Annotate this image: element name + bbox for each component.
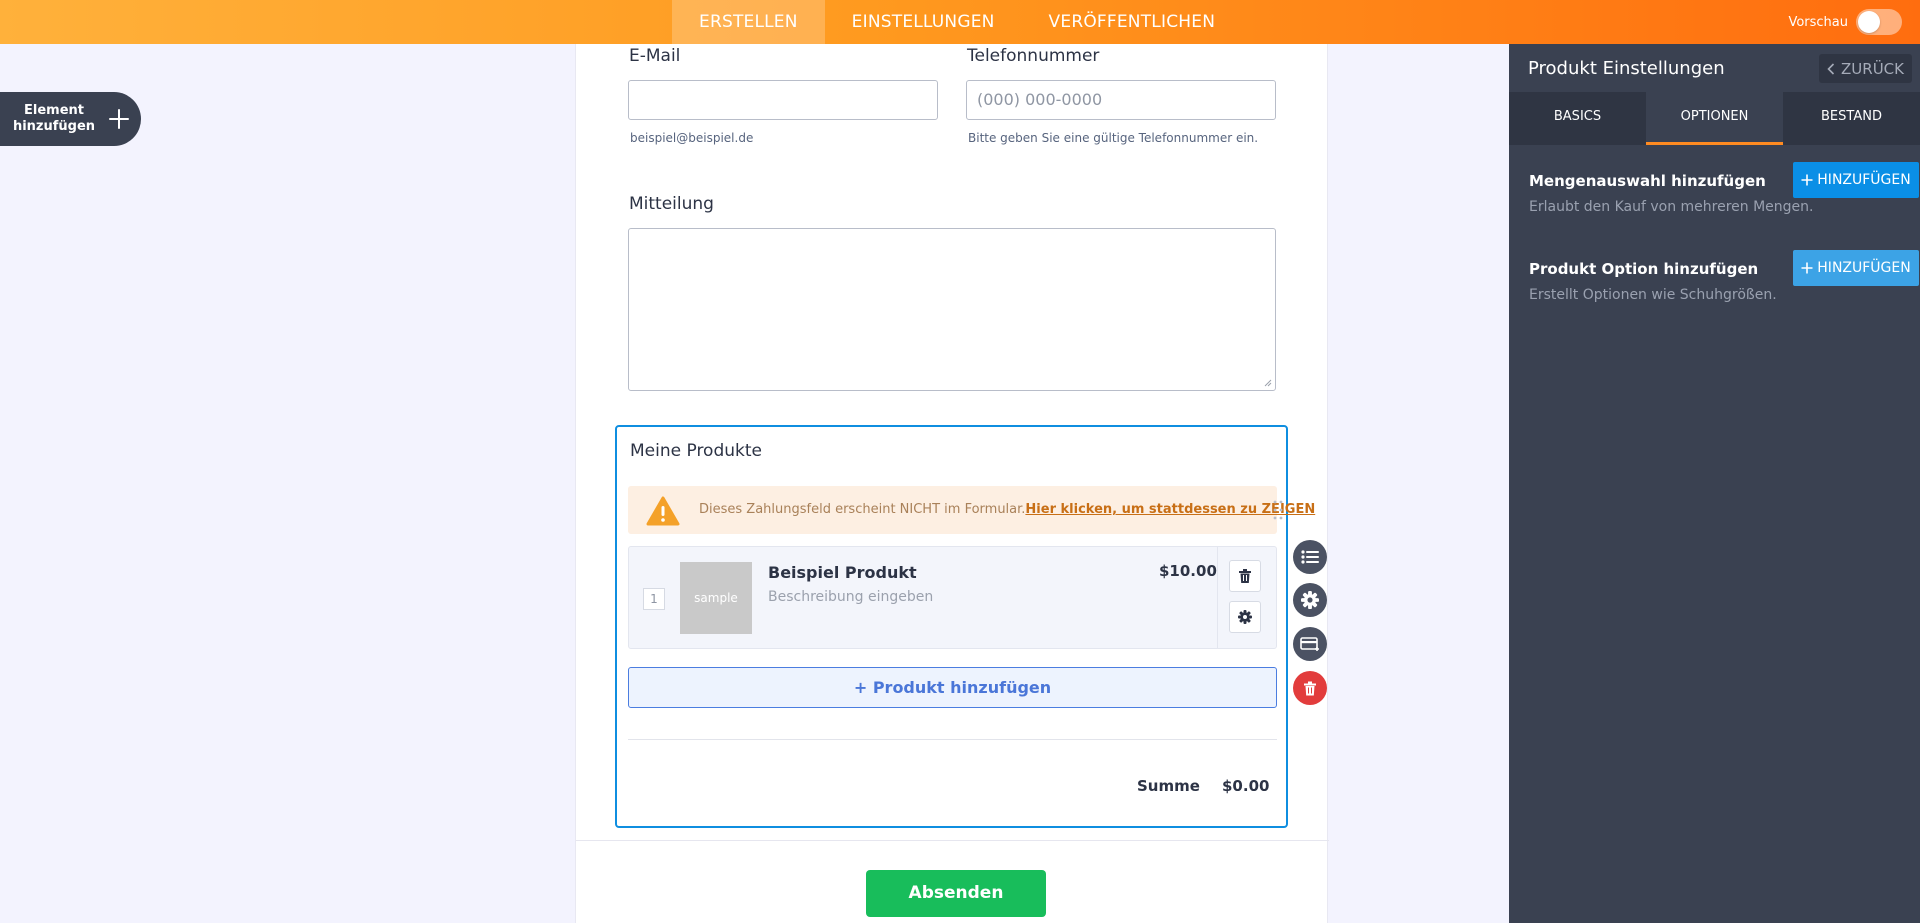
add-quantity-button[interactable]: HINZUFÜGEN (1793, 162, 1919, 198)
email-label: E-Mail (629, 46, 681, 66)
preview-control: Vorschau (1788, 0, 1902, 44)
phone-label: Telefonnummer (967, 46, 1100, 66)
field-settings-button[interactable] (1293, 583, 1327, 617)
add-product-option-label: HINZUFÜGEN (1817, 260, 1911, 276)
panel-title: Produkt Einstellungen (1528, 58, 1725, 79)
product-item[interactable]: 1 sample Beispiel Produkt Beschreibung e… (628, 546, 1277, 649)
add-product-button[interactable]: + Produkt hinzufügen (628, 667, 1277, 708)
preview-label: Vorschau (1788, 14, 1848, 30)
option-title: Mengenauswahl hinzufügen (1529, 172, 1766, 190)
add-quantity-label: HINZUFÜGEN (1817, 172, 1911, 188)
tab-optionen[interactable]: OPTIONEN (1646, 92, 1783, 145)
product-item-actions (1217, 547, 1277, 648)
plus-icon (1801, 174, 1813, 186)
payment-warning: Dieses Zahlungsfeld erscheint NICHT im F… (628, 486, 1315, 534)
gear-icon (1301, 591, 1319, 609)
products-divider (628, 739, 1277, 740)
back-button[interactable]: ZURÜCK (1819, 54, 1912, 83)
message-label: Mitteilung (629, 194, 714, 214)
product-description: Beschreibung eingeben (768, 589, 934, 605)
option-title: Produkt Option hinzufügen (1529, 260, 1759, 278)
add-element-button[interactable]: Element hinzufügen (0, 92, 141, 146)
message-textarea[interactable] (628, 228, 1276, 391)
preview-toggle[interactable] (1856, 9, 1902, 35)
tab-basics[interactable]: BASICS (1509, 92, 1646, 145)
product-settings-button[interactable] (1229, 601, 1261, 633)
plus-icon (1801, 262, 1813, 274)
warning-icon (646, 496, 680, 526)
phone-field[interactable]: (000) 000-0000 (966, 80, 1276, 120)
payment-settings-button[interactable] (1293, 627, 1327, 661)
panel-header: Produkt Einstellungen ZURÜCK (1509, 44, 1920, 92)
trash-icon (1239, 569, 1251, 583)
plus-icon (109, 109, 129, 129)
tab-veroeffentlichen[interactable]: VERÖFFENTLICHEN (1022, 0, 1243, 44)
sum-value: $0.00 (1222, 777, 1270, 795)
email-sublabel: beispiel@beispiel.de (630, 131, 754, 145)
delete-product-button[interactable] (1229, 560, 1261, 592)
sum-label: Summe (1137, 777, 1200, 795)
phone-sublabel: Bitte geben Sie eine gültige Telefonnumm… (968, 131, 1259, 145)
payment-card-icon (1300, 637, 1319, 651)
product-settings-panel: Produkt Einstellungen ZURÜCK BASICS OPTI… (1509, 44, 1920, 923)
add-element-label-line1: Element (24, 103, 84, 118)
tab-einstellungen[interactable]: EINSTELLUNGEN (825, 0, 1022, 44)
footer-divider (576, 840, 1329, 841)
product-price: $10.00 (1159, 562, 1217, 580)
product-name: Beispiel Produkt (768, 563, 917, 582)
option-description: Erlaubt den Kauf von mehreren Mengen. (1529, 199, 1814, 215)
tab-bestand[interactable]: BESTAND (1783, 92, 1920, 145)
add-product-option-button[interactable]: HINZUFÜGEN (1793, 250, 1919, 286)
option-description: Erstellt Optionen wie Schuhgrößen. (1529, 287, 1777, 303)
resize-grip-icon[interactable] (1264, 379, 1272, 387)
add-element-label: Element hinzufügen (0, 103, 108, 135)
products-title: Meine Produkte (630, 441, 762, 461)
tab-erstellen[interactable]: ERSTELLEN (672, 0, 825, 44)
toggle-knob (1858, 11, 1880, 33)
back-label: ZURÜCK (1841, 59, 1904, 78)
warning-text-wrap: Dieses Zahlungsfeld erscheint NICHT im F… (699, 502, 1315, 517)
product-image: sample (680, 562, 752, 634)
email-field[interactable] (628, 80, 938, 120)
top-bar: ERSTELLEN EINSTELLUNGEN VERÖFFENTLICHEN … (0, 0, 1920, 44)
product-quantity: 1 (643, 588, 665, 610)
field-properties-button[interactable] (1293, 540, 1327, 574)
trash-icon (1304, 681, 1316, 695)
warning-text: Dieses Zahlungsfeld erscheint NICHT im F… (699, 502, 1026, 517)
list-icon (1301, 550, 1319, 564)
drag-handle-icon[interactable] (1272, 499, 1284, 521)
add-element-label-line2: hinzufügen (12, 119, 96, 134)
submit-button[interactable]: Absenden (866, 870, 1046, 917)
panel-tabs: BASICS OPTIONEN BESTAND (1509, 92, 1920, 145)
top-navigation: ERSTELLEN EINSTELLUNGEN VERÖFFENTLICHEN (672, 0, 1242, 44)
gear-icon (1238, 610, 1252, 624)
products-field[interactable]: Meine Produkte Dieses Zahlungsfeld ersch… (615, 425, 1315, 828)
delete-field-button[interactable] (1293, 671, 1327, 705)
chevron-left-icon (1827, 62, 1835, 75)
